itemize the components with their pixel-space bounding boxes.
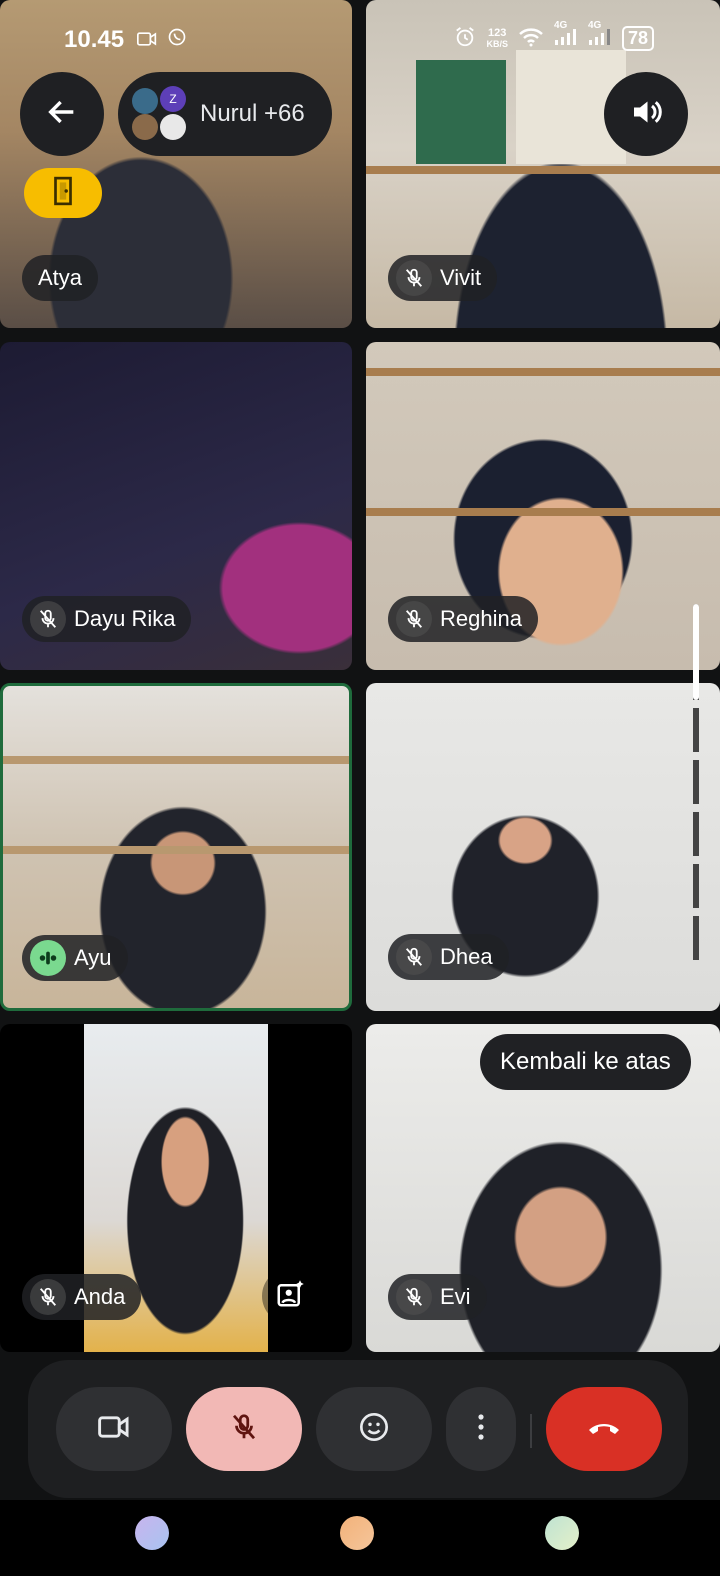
end-call-button[interactable]: [546, 1387, 662, 1471]
back-button[interactable]: [20, 72, 104, 156]
wifi-icon: [518, 27, 544, 50]
participants-label: Nurul +66: [200, 100, 305, 127]
data-speed-unit: KB/S: [486, 38, 508, 49]
visual-effects-button[interactable]: [262, 1268, 318, 1324]
data-speed: 123 KB/S: [486, 26, 508, 50]
call-controls: [28, 1360, 688, 1498]
speaking-indicator-icon: [30, 940, 66, 976]
participant-name-chip: Reghina: [388, 596, 538, 642]
participant-name-chip: Vivit: [388, 255, 498, 301]
avatar: [160, 114, 186, 140]
participant-name: Evi: [440, 1284, 471, 1309]
participant-name: Anda: [74, 1284, 126, 1309]
participant-name: Ayu: [74, 945, 112, 970]
battery-indicator: 78: [621, 26, 654, 51]
signal-icon: 4G: [554, 20, 578, 49]
video-status-icon: [136, 26, 164, 53]
participant-name: Vivit: [440, 265, 482, 290]
participant-name-chip: Anda: [22, 1274, 142, 1320]
door-exit-icon: [50, 176, 76, 211]
bookshelf-decor: [416, 60, 506, 164]
avatar: Z: [160, 86, 186, 112]
participant-name: Dayu Rika: [74, 606, 176, 631]
participant-name-chip: Evi: [388, 1274, 487, 1320]
mic-off-icon: [396, 1279, 432, 1315]
emoji-icon: [358, 1411, 390, 1448]
leave-breakout-button[interactable]: [24, 168, 102, 218]
data-speed-value: 123: [488, 26, 507, 39]
mic-off-icon: [396, 939, 432, 975]
camera-toggle-button[interactable]: [56, 1387, 172, 1471]
scrollbar-thumb[interactable]: [693, 604, 699, 700]
mic-off-icon: [396, 601, 432, 637]
participant-tile-dhea[interactable]: Dhea: [366, 683, 720, 1011]
alarm-icon: [454, 26, 476, 51]
status-icons: 123 KB/S 4G 4G 78: [454, 20, 654, 51]
video-camera-icon: [97, 1412, 131, 1447]
network-type: 4G: [553, 20, 568, 31]
signal-icon-2: 4G: [588, 20, 612, 49]
participant-tile-ayu[interactable]: Ayu: [0, 683, 352, 1011]
clock: 10.45: [64, 26, 125, 53]
mic-toggle-button[interactable]: [186, 1387, 302, 1471]
mic-off-icon: [30, 1279, 66, 1315]
participant-tile-dayu-rika[interactable]: Dayu Rika: [0, 342, 352, 670]
end-call-icon: [586, 1417, 622, 1442]
participant-name-chip: Dayu Rika: [22, 596, 192, 642]
status-time: 10.45: [64, 26, 187, 54]
mic-off-icon: [30, 601, 66, 637]
participants-button[interactable]: Z Nurul +66: [118, 72, 332, 156]
participant-name: Dhea: [440, 944, 493, 969]
more-vertical-icon: [477, 1413, 485, 1446]
avatar: [132, 88, 158, 114]
volume-up-icon: [628, 94, 664, 135]
nav-recents-button[interactable]: [135, 1516, 169, 1550]
tooltip-label: Kembali ke atas: [500, 1048, 671, 1075]
participant-name: Reghina: [440, 606, 522, 631]
participant-name-chip: Atya: [22, 255, 99, 301]
nav-back-button[interactable]: [545, 1516, 579, 1550]
participant-name: Atya: [38, 265, 83, 290]
reactions-button[interactable]: [316, 1387, 432, 1471]
nav-home-button[interactable]: [340, 1516, 374, 1550]
participant-name-chip: Dhea: [388, 934, 509, 980]
mic-off-icon: [229, 1412, 259, 1447]
portrait-sparkle-icon: [275, 1279, 305, 1314]
participant-avatars: Z: [132, 86, 188, 142]
back-to-top-tooltip[interactable]: Kembali ke atas: [480, 1034, 691, 1090]
avatar: [132, 114, 158, 140]
speaker-button[interactable]: [604, 72, 688, 156]
whatsapp-icon: [167, 26, 187, 53]
divider: [530, 1414, 532, 1448]
arrow-left-icon: [45, 95, 79, 134]
network-type: 4G: [587, 20, 602, 31]
participant-tile-reghina[interactable]: Reghina: [366, 342, 720, 670]
participant-name-chip: Ayu: [22, 935, 128, 981]
mic-off-icon: [396, 260, 432, 296]
more-options-button[interactable]: [446, 1387, 516, 1471]
